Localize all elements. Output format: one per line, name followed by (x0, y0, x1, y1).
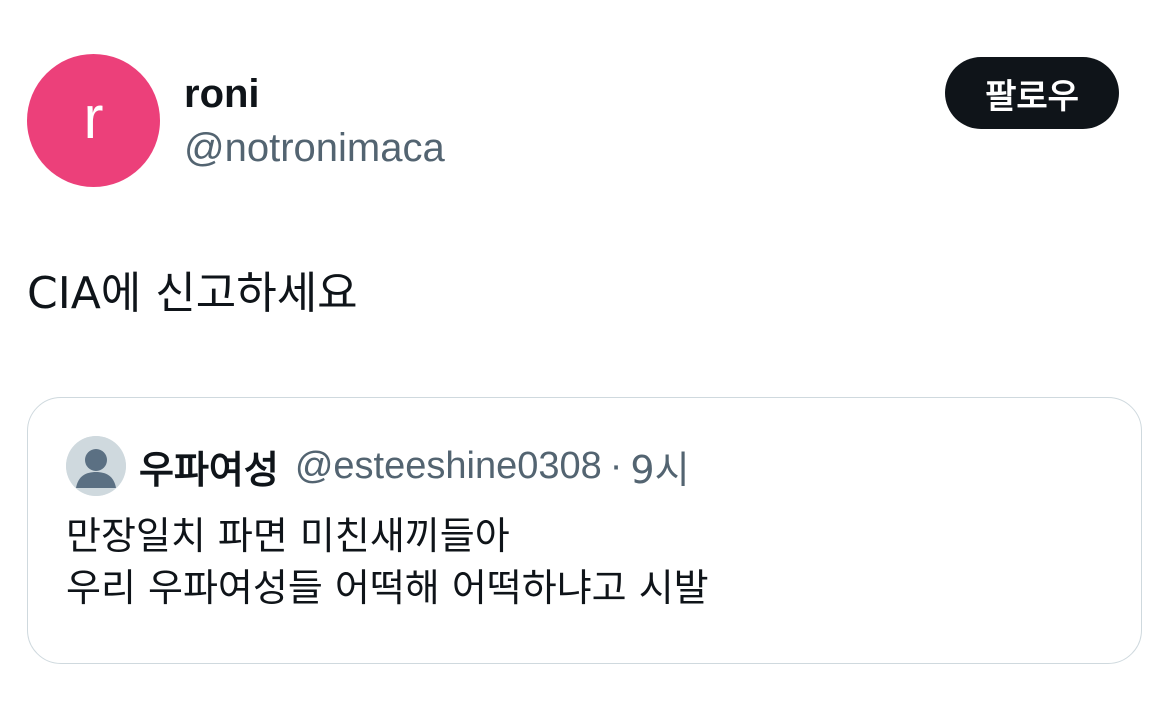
quoted-display-name[interactable]: 우파여성 (139, 439, 279, 494)
quoted-tweet-text: 만장일치 파면 미친새끼들아 우리 우파여성들 어떡해 어떡하냐고 시발 (66, 510, 709, 614)
author-avatar[interactable]: r (27, 54, 160, 187)
quoted-tweet[interactable]: 우파여성 @esteeshine0308 · 9시 만장일치 파면 미친새끼들아… (27, 397, 1142, 664)
tweet: r roni @notronimaca 팔로우 CIA에 신고하세요 우파여성 … (0, 0, 1170, 701)
quoted-tweet-header: 우파여성 @esteeshine0308 · 9시 (139, 440, 690, 492)
default-user-avatar-icon[interactable] (66, 436, 126, 496)
tweet-text: CIA에 신고하세요 (27, 268, 358, 319)
avatar-letter: r (83, 83, 104, 151)
user-silhouette-icon (66, 436, 126, 496)
quoted-handle[interactable]: @esteeshine0308 (295, 445, 602, 488)
author-display-name[interactable]: roni (184, 70, 260, 118)
follow-button[interactable]: 팔로우 (945, 57, 1119, 129)
quoted-text-line: 우리 우파여성들 어떡해 어떡하냐고 시발 (66, 566, 709, 610)
quoted-text-line: 만장일치 파면 미친새끼들아 (66, 514, 510, 558)
quoted-timestamp[interactable]: 9시 (630, 439, 689, 494)
author-handle[interactable]: @notronimaca (184, 124, 445, 172)
dot-separator: · (609, 444, 623, 487)
